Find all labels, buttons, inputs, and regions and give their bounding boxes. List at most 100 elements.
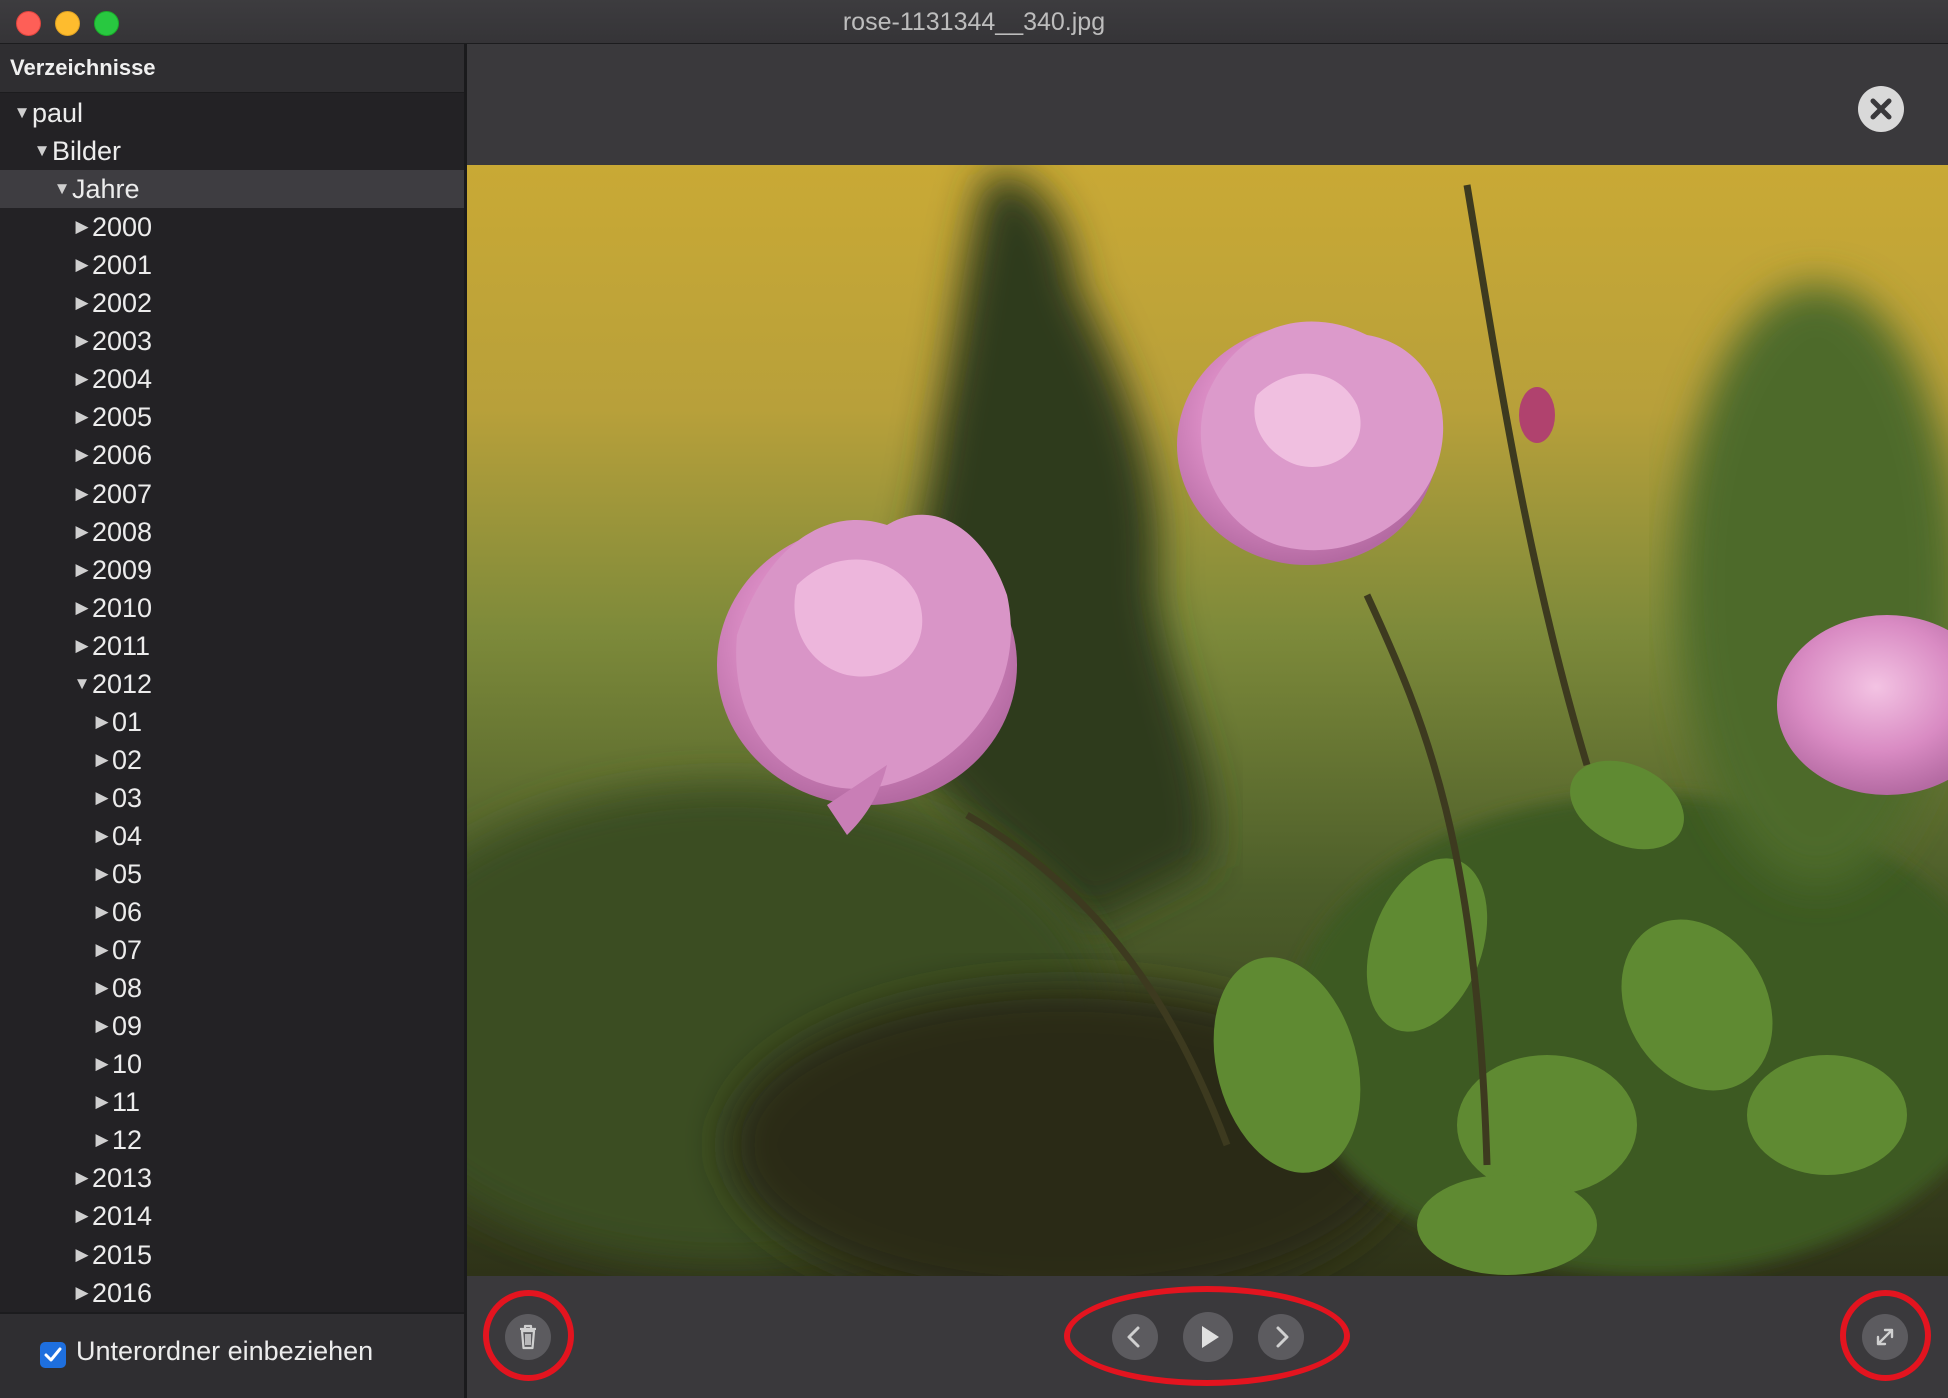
- disclosure-collapsed-icon[interactable]: ▶: [92, 969, 112, 1007]
- tree-item[interactable]: ▶ 09: [0, 1007, 464, 1045]
- tree-item[interactable]: ▶ 2015: [0, 1236, 464, 1274]
- tree-item[interactable]: ▼2012: [0, 665, 464, 703]
- tree-item-label: 2016: [92, 1277, 153, 1308]
- tree-item-label: 2003: [92, 326, 153, 357]
- tree-item[interactable]: ▶ 2016: [0, 1274, 464, 1312]
- disclosure-expanded-icon[interactable]: ▼: [72, 665, 92, 703]
- tree-item-label: 06: [112, 897, 143, 928]
- disclosure-collapsed-icon[interactable]: ▶: [92, 817, 112, 855]
- disclosure-expanded-icon[interactable]: ▼: [32, 132, 52, 170]
- disclosure-expanded-icon[interactable]: ▼: [52, 170, 72, 208]
- tree-item[interactable]: ▶ 2009: [0, 551, 464, 589]
- tree-item[interactable]: ▶ 03: [0, 779, 464, 817]
- directory-tree: ▼paul ▼Bilder ▼Jahre ▶ 2000 ▶ 2001 ▶ 2002 ▶ 2003 ▶ 2…: [0, 94, 464, 1334]
- tree-item-label: 04: [112, 820, 143, 851]
- disclosure-collapsed-icon[interactable]: ▶: [92, 741, 112, 779]
- tree-item[interactable]: ▶ 06: [0, 893, 464, 931]
- tree-item-label: 2006: [92, 440, 153, 471]
- disclosure-collapsed-icon[interactable]: ▶: [92, 931, 112, 969]
- disclosure-collapsed-icon[interactable]: ▶: [72, 551, 92, 589]
- disclosure-collapsed-icon[interactable]: ▶: [72, 398, 92, 436]
- sidebar-header: Verzeichnisse: [0, 44, 464, 93]
- tree-item[interactable]: ▶ 10: [0, 1045, 464, 1083]
- tree-item[interactable]: ▼Jahre: [0, 170, 464, 209]
- tree-item[interactable]: ▼Bilder: [0, 132, 464, 170]
- tree-item[interactable]: ▶ 2011: [0, 627, 464, 665]
- tree-item-label: 2002: [92, 288, 153, 319]
- disclosure-collapsed-icon[interactable]: ▶: [72, 513, 92, 551]
- disclosure-collapsed-icon[interactable]: ▶: [92, 1083, 112, 1121]
- close-viewer-button[interactable]: [1858, 86, 1904, 132]
- tree-item-label: 2015: [92, 1239, 153, 1270]
- tree-item[interactable]: ▶ 08: [0, 969, 464, 1007]
- disclosure-collapsed-icon[interactable]: ▶: [72, 1236, 92, 1274]
- disclosure-collapsed-icon[interactable]: ▶: [72, 475, 92, 513]
- disclosure-collapsed-icon[interactable]: ▶: [92, 1045, 112, 1083]
- tree-item[interactable]: ▶ 2008: [0, 513, 464, 551]
- tree-item[interactable]: ▶ 2014: [0, 1197, 464, 1235]
- disclosure-collapsed-icon[interactable]: ▶: [72, 1197, 92, 1235]
- tree-item[interactable]: ▶ 2006: [0, 436, 464, 474]
- disclosure-collapsed-icon[interactable]: ▶: [72, 360, 92, 398]
- disclosure-collapsed-icon[interactable]: ▶: [92, 893, 112, 931]
- sidebar-footer: Unterordner einbeziehen: [0, 1312, 464, 1398]
- disclosure-collapsed-icon[interactable]: ▶: [72, 1274, 92, 1312]
- tree-item-label: 2010: [92, 592, 153, 623]
- photo-view[interactable]: [467, 165, 1948, 1276]
- include-subfolders-checkbox[interactable]: [40, 1342, 66, 1368]
- disclosure-collapsed-icon[interactable]: ▶: [92, 1007, 112, 1045]
- disclosure-collapsed-icon[interactable]: ▶: [72, 322, 92, 360]
- tree-item[interactable]: ▶ 05: [0, 855, 464, 893]
- disclosure-collapsed-icon[interactable]: ▶: [72, 436, 92, 474]
- disclosure-expanded-icon[interactable]: ▼: [12, 94, 32, 132]
- tree-item-label: 05: [112, 859, 143, 889]
- tree-item-label: paul: [32, 98, 84, 128]
- highlight-ring-fullscreen: [1840, 1290, 1931, 1381]
- tree-item[interactable]: ▶ 2010: [0, 589, 464, 627]
- tree-item[interactable]: ▶ 2005: [0, 398, 464, 436]
- tree-item[interactable]: ▶ 04: [0, 817, 464, 855]
- disclosure-collapsed-icon[interactable]: ▶: [72, 1159, 92, 1197]
- tree-item[interactable]: ▶ 2000: [0, 208, 464, 246]
- close-icon: [1870, 98, 1892, 120]
- tree-item-label: 08: [112, 973, 143, 1004]
- disclosure-collapsed-icon[interactable]: ▶: [92, 779, 112, 817]
- tree-item-label: 2004: [92, 364, 153, 395]
- tree-item[interactable]: ▶ 2003: [0, 322, 464, 360]
- tree-item-label: 2000: [92, 212, 153, 243]
- include-subfolders-label[interactable]: Unterordner einbeziehen: [76, 1336, 373, 1367]
- disclosure-collapsed-icon[interactable]: ▶: [72, 627, 92, 665]
- tree-item-label: 2009: [92, 554, 153, 585]
- tree-item[interactable]: ▼paul: [0, 94, 464, 132]
- tree-item[interactable]: ▶ 2013: [0, 1159, 464, 1197]
- disclosure-collapsed-icon[interactable]: ▶: [92, 855, 112, 893]
- tree-item-label: 2001: [92, 250, 153, 281]
- tree-item-label: 02: [112, 744, 143, 775]
- tree-item[interactable]: ▶ 02: [0, 741, 464, 779]
- tree-item-label: 09: [112, 1011, 143, 1042]
- tree-item[interactable]: ▶ 07: [0, 931, 464, 969]
- tree-item[interactable]: ▶ 01: [0, 703, 464, 741]
- tree-item[interactable]: ▶ 2004: [0, 360, 464, 398]
- tree-item-label: 07: [112, 935, 143, 966]
- tree-item[interactable]: ▶ 2002: [0, 284, 464, 322]
- tree-item[interactable]: ▶ 11: [0, 1083, 464, 1121]
- tree-item[interactable]: ▶ 2001: [0, 246, 464, 284]
- tree-item-label: Jahre: [72, 174, 140, 205]
- tree-item[interactable]: ▶ 2007: [0, 475, 464, 513]
- highlight-ring-delete: [483, 1290, 574, 1381]
- disclosure-collapsed-icon[interactable]: ▶: [72, 246, 92, 284]
- tree-item[interactable]: ▶ 12: [0, 1121, 464, 1159]
- tree-item-label: 01: [112, 706, 143, 737]
- disclosure-collapsed-icon[interactable]: ▶: [92, 703, 112, 741]
- tree-item-label: 11: [112, 1087, 141, 1118]
- disclosure-collapsed-icon[interactable]: ▶: [72, 589, 92, 627]
- disclosure-collapsed-icon[interactable]: ▶: [92, 1121, 112, 1159]
- rose-photo: [467, 165, 1948, 1276]
- tree-item-label: Bilder: [52, 136, 122, 167]
- disclosure-collapsed-icon[interactable]: ▶: [72, 284, 92, 322]
- viewer-bottom-bar: [467, 1276, 1948, 1398]
- disclosure-collapsed-icon[interactable]: ▶: [72, 208, 92, 246]
- checkmark-icon: [44, 1347, 62, 1362]
- window-title: rose-1131344__340.jpg: [842, 8, 1106, 36]
